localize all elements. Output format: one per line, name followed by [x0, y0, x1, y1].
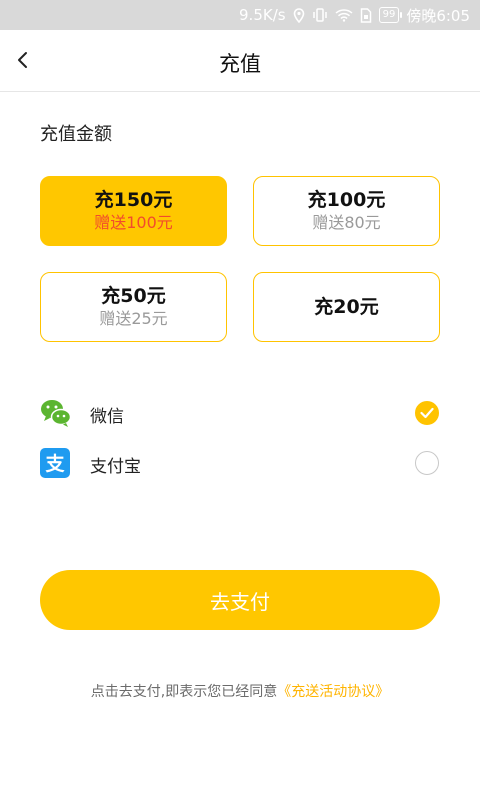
wechat-icon — [40, 398, 72, 428]
amount-bonus-label: 赠送100元 — [94, 213, 173, 232]
amount-main-label: 充50元 — [101, 285, 166, 307]
sim-icon — [360, 7, 372, 23]
agreement-text: 点击去支付,即表示您已经同意《充送活动协议》 — [0, 681, 480, 701]
vibrate-icon — [312, 8, 328, 22]
payment-option-wechat[interactable]: 微信 — [0, 391, 480, 435]
clock: 傍晚6:05 — [406, 6, 470, 25]
alipay-icon: 支 — [40, 448, 70, 478]
wifi-icon — [335, 8, 353, 22]
agreement-link[interactable]: 《充送活动协议》 — [277, 684, 389, 700]
amount-main-label: 充20元 — [314, 296, 379, 318]
amount-bonus-label: 赠送80元 — [312, 213, 381, 232]
payment-label: 支付宝 — [90, 457, 141, 477]
amount-option-150[interactable]: 充150元 赠送100元 — [40, 176, 227, 246]
payment-option-alipay[interactable]: 支 支付宝 — [0, 441, 480, 485]
amount-main-label: 充150元 — [94, 189, 173, 211]
page-title: 充值 — [219, 52, 261, 76]
amount-option-50[interactable]: 充50元 赠送25元 — [40, 272, 227, 342]
pay-button[interactable]: 去支付 — [40, 570, 440, 630]
status-bar: 9.5K/s 99 傍晚6:05 — [0, 0, 480, 30]
title-bar: 充值 — [0, 30, 480, 92]
amount-bonus-label: 赠送25元 — [99, 309, 168, 328]
svg-text:支: 支 — [44, 453, 65, 475]
battery-icon: 99 — [378, 7, 403, 23]
location-icon — [293, 7, 305, 23]
radio-unchecked[interactable] — [415, 451, 439, 475]
checkmark-icon — [420, 407, 434, 419]
amount-option-100[interactable]: 充100元 赠送80元 — [253, 176, 440, 246]
payment-label: 微信 — [90, 407, 124, 427]
amount-main-label: 充100元 — [307, 189, 386, 211]
recharge-amount-label: 充值金额 — [40, 124, 112, 145]
amount-option-20[interactable]: 充20元 — [253, 272, 440, 342]
network-speed: 9.5K/s — [239, 6, 286, 24]
radio-checked[interactable] — [415, 401, 439, 425]
agreement-prefix: 点击去支付,即表示您已经同意 — [90, 684, 278, 700]
